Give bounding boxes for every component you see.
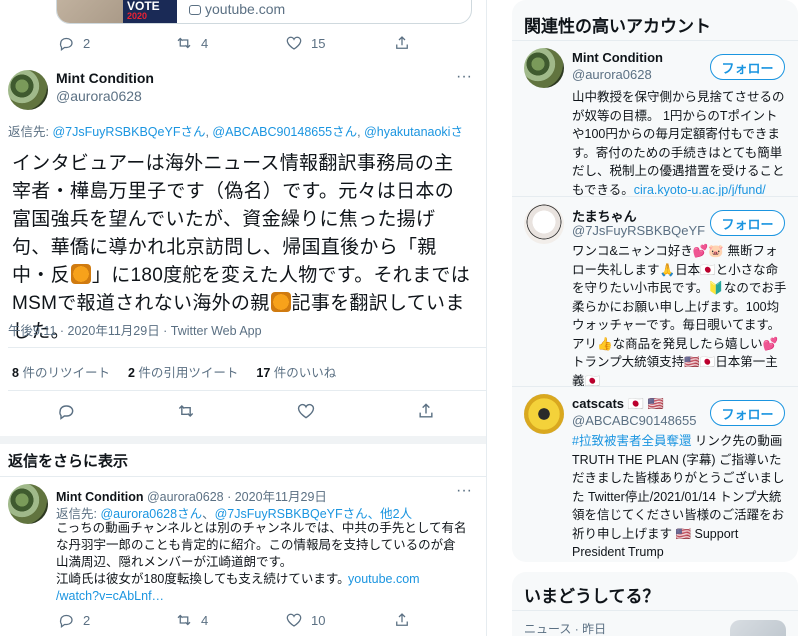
tweet-actions-previous: 2 4 15 <box>57 34 411 52</box>
divider <box>0 476 486 477</box>
follow-button[interactable]: フォロー <box>710 210 785 236</box>
tiger-emoji-icon <box>70 264 91 284</box>
reply-to-line: 返信先: @7JsFuyRSBKBQeYFさん, @ABCABC90148655… <box>8 125 463 139</box>
account-name[interactable]: catscats 🇯🇵 🇺🇸 <box>572 396 664 412</box>
retweet-icon <box>177 37 191 49</box>
divider <box>512 40 798 41</box>
reply-to-mention[interactable]: @7JsFuyRSBKBQeYFさん <box>215 507 368 521</box>
heart-icon <box>286 613 302 627</box>
tweet-stats: 8 件のリツイート 2 件の引用ツイート 17 件のいいね <box>12 362 336 381</box>
reply-icon <box>59 37 73 52</box>
retweet-icon[interactable] <box>176 401 196 421</box>
retweet-button[interactable]: 4 <box>175 34 285 52</box>
reply-icon[interactable] <box>56 401 76 421</box>
tweet-actions-main <box>56 401 436 421</box>
avatar[interactable] <box>524 48 564 88</box>
avatar[interactable] <box>8 70 48 110</box>
vote-2020-image: VOTE 2020 <box>123 0 177 23</box>
tweet-date[interactable]: · 2020年11月29日 <box>227 490 327 504</box>
reply-to-prefix: 返信先: <box>8 125 53 139</box>
like-button[interactable]: 10 <box>285 611 393 629</box>
account-handle[interactable]: @aurora0628 <box>572 67 652 82</box>
tweet-timestamp[interactable]: 午後9:11 · 2020年11月29日 · Twitter Web App <box>8 320 262 339</box>
tweet-text: インタビュアーは海外ニュース情報翻訳事務局の主宰者・樺島万里子です（偽名）です。… <box>12 153 471 342</box>
likes-stat[interactable]: 17 件のいいね <box>256 362 336 381</box>
bio-link[interactable]: cira.kyoto-u.ac.jp/j/fund/ <box>634 183 766 197</box>
author-handle[interactable]: @aurora0628 <box>56 88 142 104</box>
bio-hashtag[interactable]: #拉致被害者全員奪還 <box>572 434 691 448</box>
account-handle[interactable]: @7JsFuyRSBKBQeYF <box>572 223 705 238</box>
quotes-stat[interactable]: 2 件の引用ツイート <box>128 362 238 381</box>
divider <box>8 347 486 348</box>
more-icon[interactable]: ··· <box>456 482 472 500</box>
reply-button[interactable]: 2 <box>57 611 175 629</box>
retweet-button[interactable]: 4 <box>175 611 285 629</box>
trend-thumbnail[interactable] <box>730 620 786 636</box>
section-separator <box>0 436 486 444</box>
avatar[interactable] <box>524 394 564 434</box>
divider <box>8 390 486 391</box>
share-icon <box>396 613 408 626</box>
avatar[interactable] <box>8 484 48 524</box>
panel-title: いまどうしてる？ <box>524 587 660 606</box>
share-icon[interactable] <box>416 401 436 421</box>
show-more-replies[interactable]: 返信をさらに表示 <box>8 450 128 471</box>
link-preview-thumbnail: VOTE 2020 <box>57 0 177 23</box>
author-name[interactable]: Mint Condition <box>56 490 143 504</box>
account-name[interactable]: Mint Condition <box>572 50 663 65</box>
share-icon <box>396 36 408 49</box>
divider <box>512 196 798 197</box>
link-preview-domain: youtube.com <box>189 1 285 17</box>
flag-icons: 🇯🇵 🇺🇸 <box>627 396 664 411</box>
reply-icon <box>59 614 73 629</box>
trends-panel: いまどうしてる？ ニュース · 昨日 <box>512 572 798 636</box>
like-button[interactable]: 15 <box>285 34 393 52</box>
follow-button[interactable]: フォロー <box>710 400 785 426</box>
link-icon <box>189 5 201 15</box>
follow-button[interactable]: フォロー <box>710 54 785 80</box>
share-button[interactable] <box>393 611 411 629</box>
reply-button[interactable]: 2 <box>57 34 175 52</box>
panel-title: 関連性の高いアカウント <box>524 17 711 36</box>
reply-to-mention[interactable]: @hyakutanaokiさ <box>364 125 463 139</box>
account-bio: ワンコ&ニャンコ好き💕🐷 無断フォロー失礼します🙏日本🇯🇵と小さな命を守りたい小… <box>572 244 787 388</box>
retweets-stat[interactable]: 8 件のリツイート <box>12 362 110 381</box>
reply-to-mention[interactable]: @7JsFuyRSBKBQeYFさん <box>52 125 205 139</box>
related-accounts-panel: 関連性の高いアカウント Mint Condition @aurora0628 フ… <box>512 0 798 562</box>
divider <box>512 386 798 387</box>
account-bio: #拉致被害者全員奪還 リンク先の動画TRUTH THE PLAN (字幕) ご指… <box>572 434 785 559</box>
timeline-column: VOTE 2020 youtube.com 2 4 15 Mint Conditi… <box>0 0 487 636</box>
link-preview-card[interactable]: VOTE 2020 youtube.com <box>56 0 472 24</box>
heart-icon <box>286 36 302 50</box>
reply-tweet-link[interactable]: youtube.com/watch?v=cAbLnf… <box>56 571 468 605</box>
heart-icon[interactable] <box>296 401 316 421</box>
author-handle[interactable]: @aurora0628 <box>147 490 224 504</box>
divider <box>512 610 798 611</box>
tweet-actions-reply: 2 4 10 <box>57 611 411 629</box>
avatar[interactable] <box>524 204 564 244</box>
reply-to-mention[interactable]: @aurora0628さん <box>100 507 202 521</box>
reply-to-mention[interactable]: @ABCABC90148655さん <box>212 125 357 139</box>
trend-meta: ニュース · 昨日 <box>524 622 607 636</box>
tiger-emoji-icon <box>270 292 291 312</box>
author-name[interactable]: Mint Condition <box>56 70 154 86</box>
retweet-icon <box>177 614 191 626</box>
account-bio: 山中教授を保守側から見捨てさせるのが奴等の目標。 1円からのTポイントや100円… <box>572 90 785 197</box>
reply-to-others[interactable]: 、他2人 <box>368 507 412 521</box>
share-button[interactable] <box>393 34 411 52</box>
account-handle[interactable]: @ABCABC90148655 <box>572 413 697 428</box>
more-icon[interactable]: ··· <box>456 68 472 86</box>
